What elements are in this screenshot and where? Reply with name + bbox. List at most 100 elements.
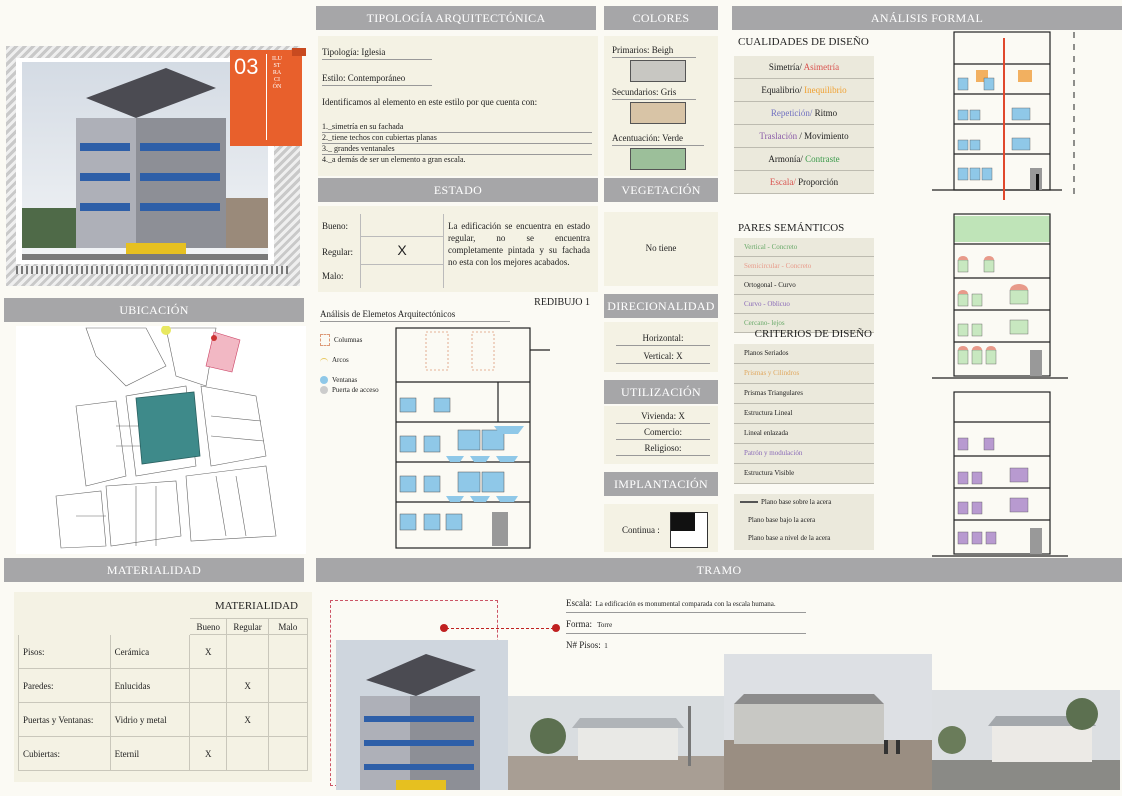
redibujo-title: REDIBUJO 1 <box>534 297 590 308</box>
uso-vivienda: Vivienda: X <box>616 410 710 424</box>
table-row: Puertas y Ventanas: Vidrio y metal X <box>18 702 309 737</box>
colores-header: COLORES <box>604 6 718 30</box>
analisis-drawing-2 <box>932 213 1068 379</box>
tipologia-item: 1._simetría en su fachada <box>322 122 592 133</box>
implantacion-header: IMPLANTACIÓN <box>604 472 718 496</box>
tramo-photo-4-illustration <box>932 690 1120 790</box>
tipologia-list: 1._simetría en su fachada 2._tiene techo… <box>322 122 592 165</box>
table-row: Cubiertas: Eternil X <box>18 736 309 771</box>
legend-puerta: Puerta de acceso <box>320 380 379 400</box>
implantacion-value: Continua : <box>622 525 660 535</box>
direccionalidad-header: DIRECIONALIDAD <box>604 294 718 318</box>
legend-arcos: Arcos <box>320 350 379 370</box>
tramo-forma: Forma: Torre <box>566 619 806 634</box>
pares-title: PARES SEMÁNTICOS <box>738 222 845 234</box>
tramo-photo-3 <box>724 654 932 790</box>
tramo-escala: Escala: La edificación es monumental com… <box>566 598 806 613</box>
analisis-drawing-1 <box>932 31 1075 200</box>
implantacion-panel: Continua : <box>604 504 718 552</box>
criterios-list: Planos Seriados Prismas y Cilindros Prisma… <box>734 344 874 484</box>
legend-columnas: Columnas <box>320 330 379 350</box>
criterios-title: CRITERIOS DE DISEÑO <box>754 328 872 340</box>
vegetacion-panel: No tiene <box>604 212 718 286</box>
materialidad-header: MATERIALIDAD <box>4 558 304 582</box>
redibujo-drawing <box>395 327 550 549</box>
col-bueno: Bueno <box>189 618 228 635</box>
direccion-horizontal: Horizontal: <box>616 332 710 346</box>
criterios-section: CRITERIOS DE DISEÑO Planos Seriados Prism… <box>734 328 874 488</box>
color-secundario-swatch <box>630 102 686 124</box>
tramo-header: TRAMO <box>316 558 1122 582</box>
badge-number: 03 <box>234 54 259 79</box>
par-row: Semicircular - Concreto <box>734 257 874 276</box>
planos-section: Plano base sobre la acera Plano base baj… <box>734 494 874 550</box>
plano-bajo: Plano base bajo la acera <box>748 516 816 524</box>
col-malo: Malo <box>267 618 309 635</box>
location-map <box>16 325 306 554</box>
cualidad-row: Traslación / Movimiento <box>734 125 874 148</box>
colores-panel: Primarios: Beigh Secundarios: Gris Acent… <box>604 36 718 176</box>
badge-divider <box>266 54 267 140</box>
tipologia-item: 4._a demás de ser un elemento a gran esc… <box>322 155 466 164</box>
criterio-row: Prismas y Cilindros <box>734 364 874 384</box>
vegetacion-header: VEGETACIÓN <box>604 178 718 202</box>
color-acentuacion-label: Acentuación: Verde <box>612 132 704 146</box>
color-acentuacion-swatch <box>630 148 686 170</box>
uso-religioso: Religioso: <box>616 442 710 456</box>
color-secundario-label: Secundarios: Gris <box>612 86 696 100</box>
col-regular: Regular <box>226 618 269 635</box>
pares-section: PARES SEMÁNTICOS Vertical - Concreto Semi… <box>734 222 874 333</box>
direccion-vertical: Vertical: X <box>616 350 710 364</box>
redibujo-subtitle: Análisis de Elemetos Arquitectónicos <box>320 308 510 322</box>
criterio-row: Estructura Visible <box>734 464 874 484</box>
tipologia-item: 3._ grandes ventanales <box>322 144 592 155</box>
tipologia-item: 2._tiene techos con cubiertas planas <box>322 133 592 144</box>
vegetacion-value: No tiene <box>645 243 677 253</box>
tramo-photo-2-illustration <box>508 696 724 790</box>
color-primario-label: Primarios: Beigh <box>612 44 696 58</box>
cualidades-title: CUALIDADES DE DISEÑO <box>738 36 869 48</box>
par-row: Ortogonal - Curvo <box>734 276 874 295</box>
tramo-pisos: N# Pisos: 1 <box>566 640 608 650</box>
map-illustration <box>55 325 277 549</box>
cualidad-row: Escala/ Proporción <box>734 171 874 194</box>
plano-nivel: Plano base a nivel de la acera <box>748 534 831 542</box>
estado-regular: Regular: <box>322 247 353 257</box>
pares-list: Vertical - Concreto Semicircular - Concre… <box>734 238 874 333</box>
tramo-photo-1-illustration <box>336 640 508 790</box>
frame-stripe <box>16 266 288 274</box>
cualidad-row: Repetición/ Ritmo <box>734 102 874 125</box>
tramo-photo-2 <box>508 696 724 790</box>
tramo-photo-3-illustration <box>724 654 932 790</box>
par-row: Curvo - Oblicuo <box>734 295 874 314</box>
materialidad-table: Bueno Regular Malo Pisos: Cerámica X Pare… <box>18 618 309 771</box>
tipologia-intro: Identificamos al elemento en este estilo… <box>322 97 538 107</box>
section-badge: 03 ILUSTRACIÓN <box>230 50 302 146</box>
utilizacion-header: UTILIZACIÓN <box>604 380 718 404</box>
cualidad-row: Simetría/ Asimetría <box>734 56 874 79</box>
estado-grid: X <box>360 214 444 288</box>
analisis-header: ANÁLISIS FORMAL <box>732 6 1122 30</box>
cualidad-row: Equalibrio/ Inequilibrio <box>734 79 874 102</box>
cualidad-row: Armonía/ Contraste <box>734 148 874 171</box>
estado-panel: Bueno: Regular: Malo: X La edificación s… <box>318 206 598 292</box>
implantacion-diagram <box>670 512 708 548</box>
cualidades-list: Simetría/ Asimetría Equalibrio/ Inequilib… <box>734 56 874 194</box>
tramo-photo-1 <box>336 640 508 790</box>
table-row: Pisos: Cerámica X <box>18 634 309 669</box>
estado-malo: Malo: <box>322 271 344 281</box>
plano-sobre: Plano base sobre la acera <box>740 498 831 506</box>
materialidad-panel: MATERIALIDAD Bueno Regular Malo Pisos: Ce… <box>14 592 312 782</box>
redibujo-panel: REDIBUJO 1 Análisis de Elemetos Arquitec… <box>316 296 596 554</box>
tipologia-panel: Tipología: Iglesia Estilo: Contemporáneo… <box>318 36 598 176</box>
tipologia-type: Tipología: Iglesia <box>322 46 432 60</box>
table-row: Paredes: Enlucidas X <box>18 668 309 703</box>
badge-tab <box>292 48 306 56</box>
criterio-row: Prismas Triangulares <box>734 384 874 404</box>
color-primario-swatch <box>630 60 686 82</box>
materialidad-title: MATERIALIDAD <box>214 600 298 612</box>
criterio-row: Planos Seriados <box>734 344 874 364</box>
criterio-row: Lineal enlazada <box>734 424 874 444</box>
tramo-photo-4 <box>932 690 1120 790</box>
par-row: Vertical - Concreto <box>734 238 874 257</box>
